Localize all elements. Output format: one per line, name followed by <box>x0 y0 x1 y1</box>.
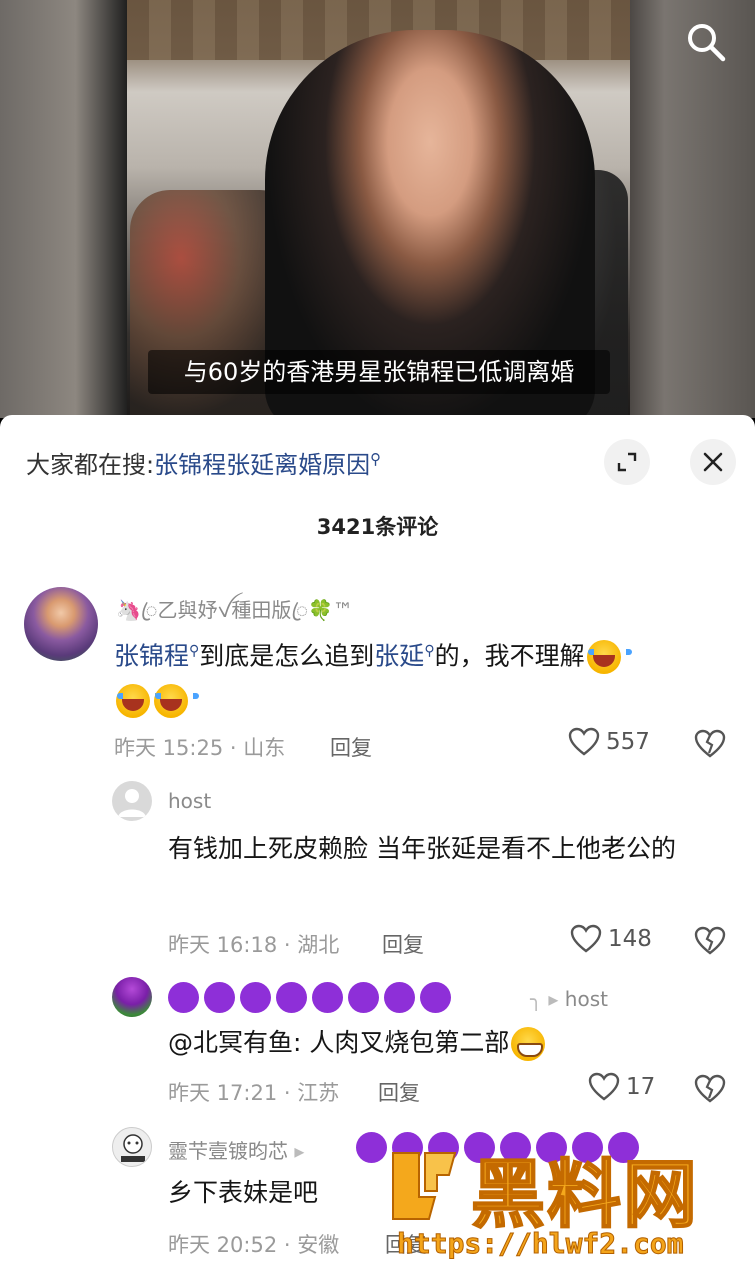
reply-button[interactable]: 回复 <box>330 732 372 762</box>
reply-item: host 有钱加上死皮赖脸 当年张延是看不上他老公的 昨天 16:18 · 湖北… <box>0 781 755 976</box>
comment-text: @北冥有鱼: 人肉叉烧包第二部 <box>168 1021 728 1065</box>
like-button[interactable]: 557 <box>568 727 650 757</box>
reply-to-name: host <box>564 987 608 1011</box>
like-count: 557 <box>606 729 650 755</box>
like-button[interactable]: 148 <box>570 924 652 954</box>
comment-text-fragment: 的，我不理解 <box>434 641 585 671</box>
comment-text-fragment: @北冥有鱼: 人肉叉烧包第二部 <box>168 1028 510 1057</box>
expand-button[interactable] <box>604 439 650 485</box>
reply-button[interactable]: 回复 <box>385 1229 427 1259</box>
dislike-button[interactable] <box>694 1074 726 1108</box>
close-button[interactable] <box>690 439 736 485</box>
video-subtitle: 与60岁的香港男星张锦程已低调离婚 <box>148 350 610 394</box>
masked-username[interactable] <box>168 982 451 1013</box>
heart-icon <box>568 727 600 756</box>
comment-meta: 昨天 16:18 · 湖北 <box>168 933 340 957</box>
laugh-cry-emoji-icon <box>586 640 632 675</box>
comment-text: 乡下表妹是吧 <box>168 1178 319 1207</box>
comment-sheet: 大家都在搜:张锦程张延离婚原因⚲ 3421条评论 🦄ꦿ乙與妤ꪜ種田版ꦿ🍀™ 张锦… <box>0 415 755 1280</box>
comment-username[interactable]: host <box>168 789 211 813</box>
grin-emoji-icon <box>511 1027 546 1061</box>
dislike-button[interactable] <box>694 926 726 960</box>
laugh-cry-emoji-icon <box>154 684 199 719</box>
comment-item: 🦄ꦿ乙與妤ꪜ種田版ꦿ🍀™ 张锦程⚲到底是怎么追到张延⚲的，我不理解 昨天 15:… <box>0 587 755 777</box>
search-small-icon: ⚲ <box>189 643 200 659</box>
broken-heart-icon <box>694 1074 726 1103</box>
broken-heart-icon <box>694 729 726 758</box>
search-icon[interactable] <box>684 20 728 64</box>
like-count: 17 <box>626 1074 656 1100</box>
cartoon-avatar-icon[interactable] <box>112 1127 152 1167</box>
search-suggestion[interactable]: 大家都在搜:张锦程张延离婚原因⚲ <box>26 445 381 480</box>
comment-meta: 昨天 17:21 · 江苏 <box>168 1081 340 1105</box>
like-button[interactable]: 17 <box>588 1072 655 1102</box>
comment-username[interactable]: 靈芐壹镀昀芯 ▸ <box>168 1135 304 1164</box>
search-small-icon: ⚲ <box>370 450 382 468</box>
video-player[interactable]: 与60岁的香港男星张锦程已低调离婚 <box>0 0 755 418</box>
comment-count: 3421条评论 <box>316 515 439 539</box>
search-suggestion-keyword[interactable]: 张锦程张延离婚原因 <box>154 451 370 479</box>
reply-button[interactable]: 回复 <box>382 929 424 959</box>
mention-link[interactable]: 张延 <box>374 641 424 670</box>
avatar[interactable] <box>112 977 152 1017</box>
reply-to-target[interactable]: ╮ ▸ host <box>530 987 608 1011</box>
reply-item: ╮ ▸ host @北冥有鱼: 人肉叉烧包第二部 昨天 17:21 · 江苏 回… <box>0 977 755 1127</box>
reply-button[interactable]: 回复 <box>378 1077 420 1107</box>
like-count: 148 <box>608 926 652 952</box>
broken-heart-icon <box>694 926 726 955</box>
comment-text-fragment: 到底是怎么追到 <box>199 641 375 671</box>
laugh-cry-emoji-icon <box>116 684 161 719</box>
comment-meta: 昨天 20:52 · 安徽 <box>168 1233 340 1257</box>
reply-arrow-icon: ╮ ▸ <box>530 987 565 1011</box>
avatar[interactable] <box>24 587 98 661</box>
reply-item: 靈芐壹镀昀芯 ▸ 乡下表妹是吧 昨天 20:52 · 安徽 回复 <box>0 1127 755 1277</box>
masked-username[interactable] <box>356 1132 639 1163</box>
search-small-icon: ⚲ <box>424 643 435 659</box>
search-suggestion-prefix: 大家都在搜: <box>26 451 155 479</box>
default-avatar-icon[interactable] <box>112 781 152 821</box>
reply-arrow-icon: ▸ <box>288 1139 305 1163</box>
comment-meta: 昨天 15:25 · 山东 <box>114 736 286 760</box>
comment-text: 张锦程⚲到底是怎么追到张延⚲的，我不理解 <box>114 629 714 722</box>
heart-icon <box>588 1072 620 1101</box>
comment-text: 有钱加上死皮赖脸 当年张延是看不上他老公的 <box>168 834 676 863</box>
heart-icon <box>570 924 602 953</box>
dislike-button[interactable] <box>694 729 726 763</box>
expand-icon <box>617 452 637 472</box>
mention-link[interactable]: 张锦程 <box>114 641 189 670</box>
comment-username-text: 靈芐壹镀昀芯 <box>168 1139 288 1163</box>
close-icon <box>703 452 723 472</box>
